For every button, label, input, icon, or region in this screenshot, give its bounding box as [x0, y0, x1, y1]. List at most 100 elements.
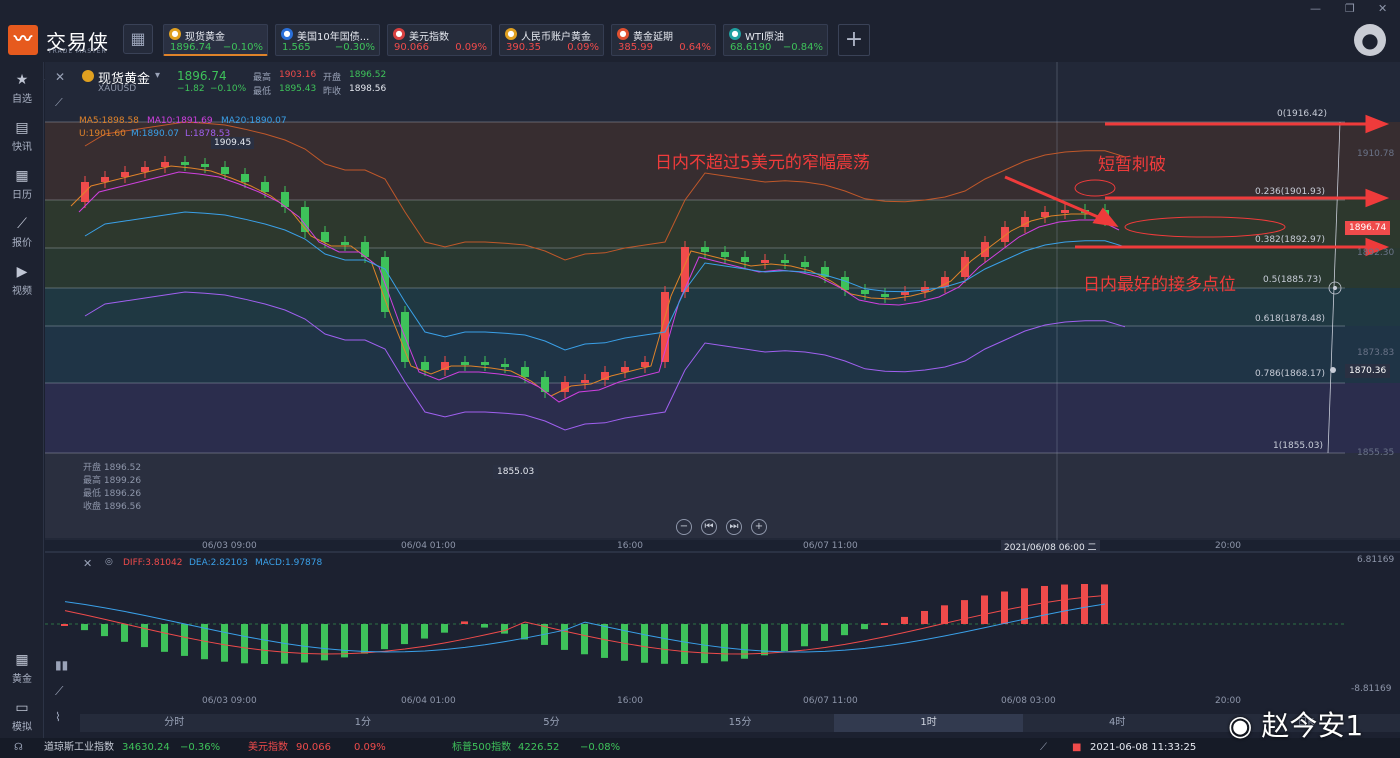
macd-bar — [841, 624, 848, 636]
macd-bar — [581, 624, 588, 655]
timeframe-0[interactable]: 分时 — [80, 714, 269, 732]
chevron-down-icon[interactable]: ▾ — [155, 70, 160, 81]
sidebar-item-watchlist[interactable]: ★ 自选 — [0, 72, 44, 105]
fib-level-05: 0.5(1885.73) — [1263, 275, 1322, 285]
timeframe-5[interactable]: 4时 — [1023, 714, 1212, 732]
macd-x-tick-5: 06/08 03:00 — [1001, 696, 1056, 706]
sp-change: −0.08% — [580, 742, 621, 753]
tab-name: 美国10年国债... — [297, 32, 370, 43]
symbol-tab[interactable]: ● 美国10年国债... 1.565 −0.30% — [275, 24, 380, 56]
high-value: 1903.16 — [279, 70, 317, 80]
headset-icon[interactable]: ☊ — [14, 738, 23, 758]
close-macd-icon[interactable]: ✕ — [83, 557, 92, 570]
sidebar-item-calendar[interactable]: ▦ 日历 — [0, 168, 44, 201]
ohlc-low: 最低 1896.26 — [83, 489, 142, 499]
settings-icon[interactable]: ◎ — [105, 557, 113, 567]
fib-level-0: 0(1916.42) — [1277, 109, 1327, 119]
macd-bar — [881, 623, 888, 626]
macd-bar — [961, 600, 968, 624]
timeframe-1[interactable]: 1分 — [269, 714, 458, 732]
close-chart-icon[interactable]: ✕ — [55, 70, 65, 84]
tab-name: 美元指数 — [409, 32, 449, 43]
candle — [341, 242, 349, 245]
tab-change: −0.10% — [222, 42, 263, 53]
symbol-icon: ● — [393, 28, 405, 40]
ohlc-open: 开盘 1896.52 — [83, 463, 142, 473]
zoom-in-button[interactable]: + — [751, 519, 767, 535]
x-tick-2: 06/04 01:00 — [401, 541, 456, 551]
symbol-icon: ● — [617, 28, 629, 40]
timeframe-2[interactable]: 5分 — [457, 714, 646, 732]
macd-bar — [301, 624, 308, 663]
tab-price: 1.565 — [282, 42, 311, 53]
macd-bar — [261, 624, 268, 664]
macd-bar — [61, 624, 68, 626]
annotation-short-break: 短暂刺破 — [1098, 155, 1166, 175]
macd-bar — [1041, 585, 1048, 624]
usd-change: 0.09% — [354, 742, 386, 753]
symbol-tab[interactable]: ● WTI原油 68.6190 −0.84% — [723, 24, 828, 56]
zoom-out-button[interactable]: − — [676, 519, 692, 535]
symbol-tab[interactable]: ● 美元指数 90.066 0.09% — [387, 24, 492, 56]
add-symbol-button[interactable]: + — [838, 24, 870, 56]
candle — [641, 362, 649, 367]
macd-bar — [821, 624, 828, 641]
candle — [141, 167, 149, 172]
macd-dea-label: DEA:2.82103 — [189, 558, 248, 568]
macd-bar — [321, 624, 328, 661]
sidebar-label: 模拟 — [12, 722, 32, 733]
timeframe-4[interactable]: 1时 — [834, 714, 1023, 732]
sidebar-item-video[interactable]: ▶ 视频 — [0, 264, 44, 297]
video-icon: ▶ — [16, 264, 28, 280]
sidebar-item-gold[interactable]: ▦ 黄金 — [0, 652, 44, 685]
candle — [781, 260, 789, 263]
scroll-left-button[interactable]: ⏮ — [701, 519, 717, 535]
annotation-narrow-range: 日内不超过5美元的窄幅震荡 — [655, 153, 870, 173]
timeframe-bar: 分时 1分 5分 15分 1时 4时 日K — [80, 714, 1400, 732]
tab-name: 黄金延期 — [633, 32, 673, 43]
candle — [1061, 210, 1069, 213]
tab-change: −0.30% — [334, 42, 375, 53]
pen-icon[interactable]: ⟋ — [55, 684, 63, 699]
symbol-tab[interactable]: ● 人民币账户黄金 390.35 0.09% — [499, 24, 604, 56]
quote-icon: ⟋ — [17, 216, 27, 232]
line-chart-icon[interactable]: ⌇ — [55, 710, 61, 724]
maximize-icon[interactable]: ❐ — [1345, 2, 1355, 15]
macd-bar — [1081, 584, 1088, 624]
macd-x-tick-3: 16:00 — [617, 696, 643, 706]
scroll-right-button[interactable]: ⏭ — [726, 519, 742, 535]
macd-bar — [921, 610, 928, 624]
symbol-tab[interactable]: ● 黄金延期 385.99 0.64% — [611, 24, 716, 56]
tab-name: WTI原油 — [745, 32, 784, 43]
macd-bar — [901, 616, 908, 624]
symbol-tab[interactable]: ● 现货黄金 1896.74 −0.10% — [163, 24, 268, 56]
x-tick-1: 06/03 09:00 — [202, 541, 257, 551]
close-icon[interactable]: ✕ — [1378, 2, 1387, 15]
symbol-tabs: ● 现货黄金 1896.74 −0.10% ● 美国10年国债... 1.565 … — [163, 24, 835, 56]
macd-bar — [981, 595, 988, 624]
avatar[interactable]: ● — [1354, 24, 1386, 56]
sidebar-item-simulate[interactable]: ▭ 模拟 — [0, 700, 44, 733]
tab-price: 1896.74 — [170, 42, 212, 53]
minimize-icon[interactable]: — — [1310, 2, 1321, 15]
draw-tool-icon[interactable]: ⟋ — [55, 96, 63, 110]
macd-diff-label: DIFF:3.81042 — [123, 558, 183, 568]
open-label: 开盘 — [323, 73, 342, 83]
macd-bar — [641, 624, 648, 663]
sidebar: ★ 自选 ▤ 快讯 ▦ 日历 ⟋ 报价 ▶ 视频 ▦ 黄金 ▭ 模拟 — [0, 62, 44, 738]
macd-bar — [861, 624, 868, 630]
axis-price-3: 1873.83 — [1357, 348, 1395, 358]
ma10-label: MA10:1891.69 — [147, 116, 213, 126]
tab-price: 385.99 — [618, 42, 653, 53]
indicator-icon[interactable]: ▮▮ — [55, 658, 68, 672]
macd-bar — [441, 624, 448, 633]
open-value: 1896.52 — [349, 70, 387, 80]
candle — [321, 232, 329, 242]
sidebar-item-quotes[interactable]: ⟋ 报价 — [0, 216, 44, 249]
sidebar-label: 快讯 — [12, 142, 32, 153]
grid-layout-button[interactable]: ▦ — [123, 24, 153, 54]
sidebar-item-news[interactable]: ▤ 快讯 — [0, 120, 44, 153]
x-tick-6: 20:00 — [1215, 541, 1241, 551]
usd-name: 美元指数 — [248, 742, 288, 753]
timeframe-3[interactable]: 15分 — [646, 714, 835, 732]
